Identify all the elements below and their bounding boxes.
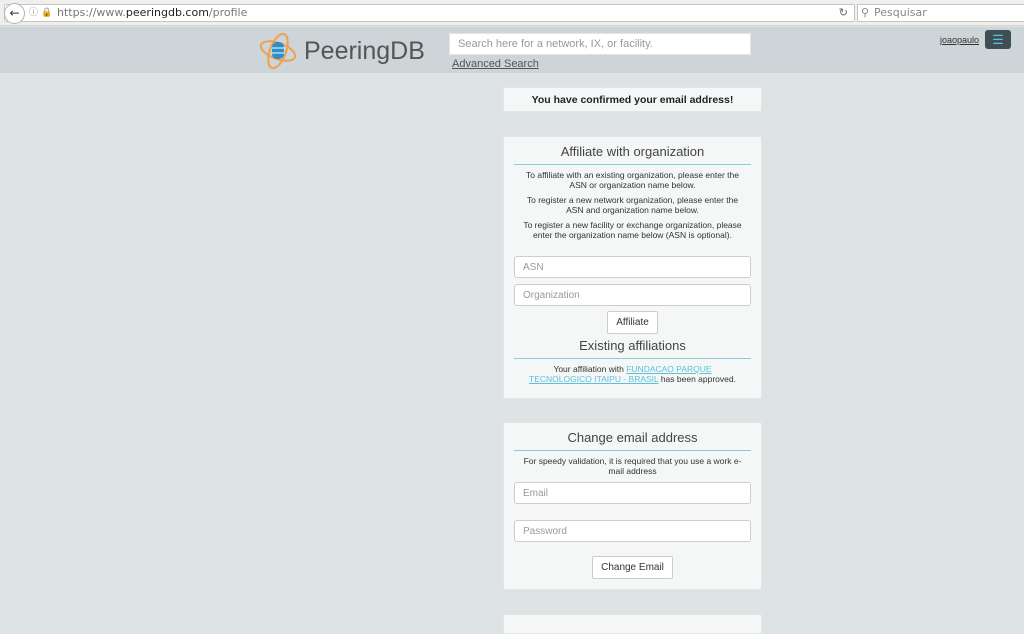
browser-toolbar: ← ⓘ 🔒 https://www.peeringdb.com/profile …	[0, 0, 1024, 26]
affiliation-prefix: Your affiliation with	[553, 364, 627, 374]
affiliate-button[interactable]: Affiliate	[607, 311, 658, 334]
browser-search-placeholder: Pesquisar	[874, 6, 927, 19]
email-input[interactable]: Email	[514, 482, 751, 504]
change-email-title: Change email address	[514, 430, 751, 451]
reload-icon[interactable]: ↻	[839, 5, 848, 21]
logo-text: PeeringDB	[304, 36, 425, 65]
affiliate-p2: To register a new network organization, …	[526, 195, 739, 215]
menu-button[interactable]: ☰	[985, 30, 1011, 49]
asn-input[interactable]: ASN	[514, 256, 751, 278]
lock-icon: 🔒	[41, 8, 53, 18]
affiliate-p1: To affiliate with an existing organizati…	[526, 170, 739, 190]
change-email-button[interactable]: Change Email	[592, 556, 673, 579]
back-icon[interactable]: ←	[4, 3, 25, 24]
url-text[interactable]: https://www.peeringdb.com/profile	[57, 5, 247, 21]
peeringdb-logo-icon	[259, 32, 297, 70]
search-icon: ⚲	[861, 6, 870, 19]
url-path: /profile	[208, 6, 248, 19]
user-link[interactable]: joaopaulo	[940, 35, 979, 45]
info-icon[interactable]: ⓘ	[29, 5, 38, 21]
affiliate-p3: To register a new facility or exchange o…	[523, 220, 742, 240]
url-bar[interactable]: ← ⓘ 🔒 https://www.peeringdb.com/profile …	[4, 3, 855, 24]
url-prefix: https://www.	[57, 6, 126, 19]
affiliate-title: Affiliate with organization	[514, 144, 751, 165]
browser-search[interactable]: ⚲ Pesquisar	[857, 4, 1024, 22]
password-input[interactable]: Password	[514, 520, 751, 542]
site-search-input[interactable]: Search here for a network, IX, or facili…	[449, 33, 751, 55]
organization-input[interactable]: Organization	[514, 284, 751, 306]
site-header: PeeringDB Search here for a network, IX,…	[0, 27, 1024, 73]
next-card	[503, 614, 762, 634]
confirm-message: You have confirmed your email address!	[503, 87, 762, 112]
advanced-search-link[interactable]: Advanced Search	[452, 58, 539, 70]
affiliation-suffix: has been approved.	[658, 373, 736, 384]
url-domain: peeringdb.com	[125, 6, 209, 19]
existing-affiliations-title: Existing affiliations	[514, 338, 751, 359]
affiliation-status: Your affiliation with FUNDACAO PARQUE TE…	[522, 364, 743, 384]
change-email-card: Change email address For speedy validati…	[503, 422, 762, 590]
affiliate-card: Affiliate with organization To affiliate…	[503, 136, 762, 399]
logo[interactable]: PeeringDB	[258, 31, 425, 71]
hamburger-icon: ☰	[992, 32, 1004, 47]
change-email-note: For speedy validation, it is required th…	[523, 456, 742, 476]
